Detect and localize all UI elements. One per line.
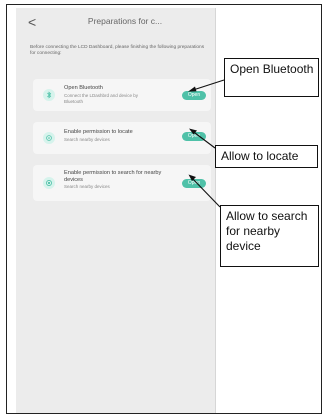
callout-open-bluetooth: Open Bluetooth (224, 58, 319, 97)
card-subtitle: Connect the LDashbrd and device by Bluet… (64, 93, 139, 104)
callout-allow-search: Allow to search for nearby device (220, 205, 319, 267)
card-locate: Enable permission to locate Search nearb… (33, 122, 211, 154)
back-button[interactable]: < (28, 14, 42, 30)
card-title: Open Bluetooth (64, 85, 103, 91)
open-bluetooth-button[interactable]: Open (182, 91, 206, 100)
card-open-bluetooth: Open Bluetooth Connect the LDashbrd and … (33, 79, 211, 111)
card-title: Enable permission to locate (64, 129, 133, 135)
location-icon (43, 132, 55, 144)
card-subtitle: Search nearby devices (64, 184, 110, 189)
open-locate-button[interactable]: Open (182, 132, 206, 141)
page-title: Preparations for c... (87, 16, 163, 26)
intro-text: Before connecting the LCD Dashboard, ple… (30, 45, 205, 56)
card-subtitle: Search nearby devices (64, 137, 110, 142)
callout-allow-locate: Allow to locate (215, 145, 318, 168)
bluetooth-icon (43, 89, 55, 101)
top-bar: < Preparations for c... (16, 8, 215, 36)
card-nearby-devices: Enable permission to search for nearby d… (33, 165, 211, 201)
card-title: Enable permission to search for nearby d… (64, 170, 162, 183)
open-nearby-devices-button[interactable]: Open (182, 179, 206, 188)
phone-screen: < Preparations for c... Before connectin… (16, 8, 216, 413)
nearby-devices-icon (43, 177, 55, 189)
